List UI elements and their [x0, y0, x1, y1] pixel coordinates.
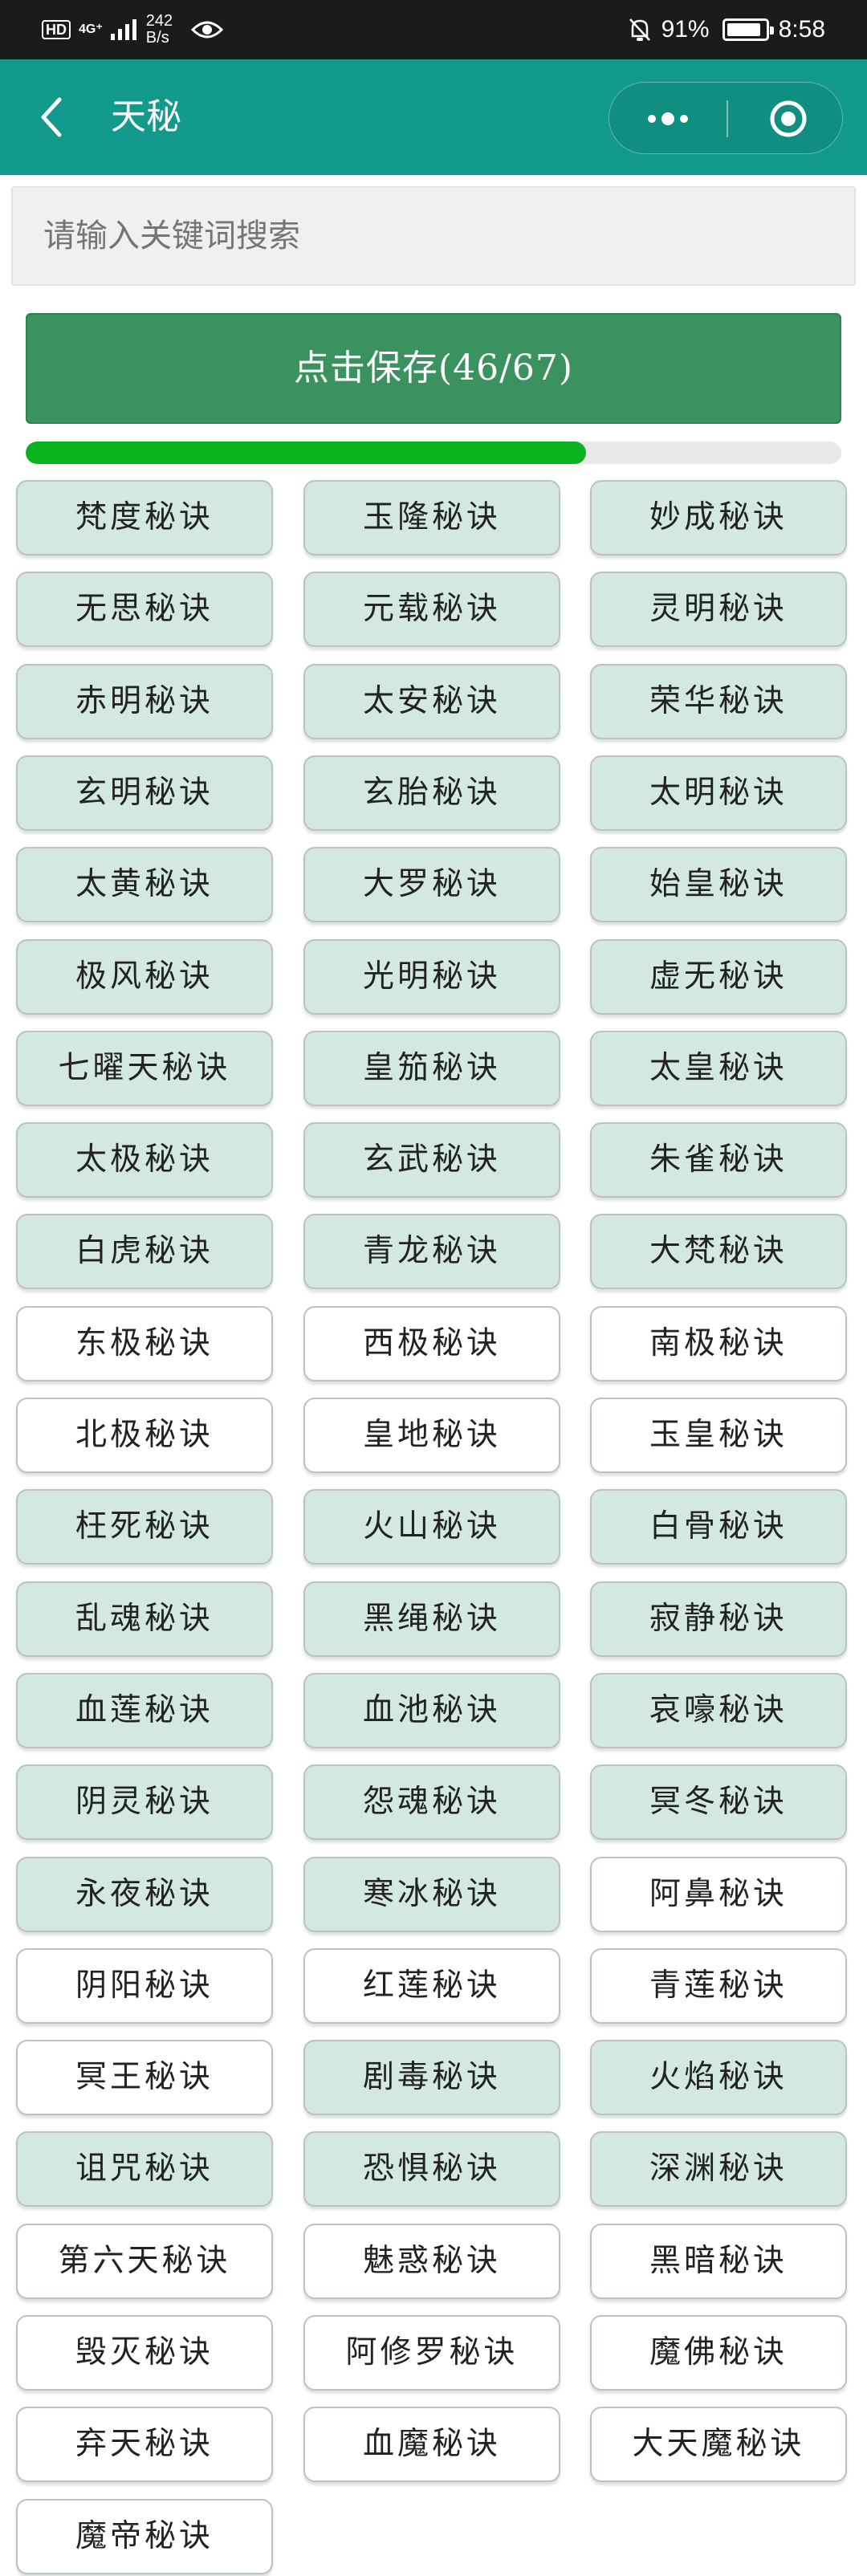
- secret-item-button[interactable]: 恐惧秘诀: [303, 2131, 560, 2207]
- secret-item-button[interactable]: 玉皇秘诀: [590, 1398, 847, 1473]
- secret-item-button[interactable]: 阿修罗秘诀: [303, 2315, 560, 2391]
- secret-item-button[interactable]: 血莲秘诀: [16, 1673, 273, 1748]
- secret-item-button[interactable]: 玄武秘诀: [303, 1122, 560, 1198]
- secret-item-button[interactable]: 极风秘诀: [16, 939, 273, 1015]
- secret-item-button[interactable]: 诅咒秘诀: [16, 2131, 273, 2207]
- battery-level: [727, 23, 761, 36]
- save-progress-bar: [26, 442, 841, 464]
- secret-item-button[interactable]: 太皇秘诀: [590, 1031, 847, 1106]
- secret-item-button[interactable]: 玄胎秘诀: [303, 755, 560, 831]
- secret-item-button[interactable]: 太安秘诀: [303, 664, 560, 739]
- status-right: 91% 8:58: [628, 10, 825, 50]
- secret-item-button[interactable]: 火山秘诀: [303, 1489, 560, 1565]
- secret-item-button[interactable]: 火焰秘诀: [590, 2040, 847, 2115]
- secret-item-button[interactable]: 白虎秘诀: [16, 1214, 273, 1289]
- secret-item-button[interactable]: 西极秘诀: [303, 1306, 560, 1382]
- secret-item-button[interactable]: 血魔秘诀: [303, 2407, 560, 2482]
- secret-item-button[interactable]: 赤明秘诀: [16, 664, 273, 739]
- page-title: 天秘: [111, 96, 181, 137]
- secret-item-button[interactable]: 深渊秘诀: [590, 2131, 847, 2207]
- secret-item-button[interactable]: 太黄秘诀: [16, 847, 273, 922]
- secret-item-button[interactable]: 妙成秘诀: [590, 480, 847, 555]
- secret-item-button[interactable]: 东极秘诀: [16, 1306, 273, 1382]
- secret-item-button[interactable]: 寂静秘诀: [590, 1581, 847, 1657]
- network-indicator: 4G⁺: [79, 22, 103, 36]
- secret-item-button[interactable]: 灵明秘诀: [590, 572, 847, 647]
- secret-item-button[interactable]: 阴灵秘诀: [16, 1764, 273, 1840]
- secret-item-button[interactable]: 白骨秘诀: [590, 1489, 847, 1565]
- battery-percent: 91%: [661, 16, 710, 43]
- secret-item-button[interactable]: 太极秘诀: [16, 1122, 273, 1198]
- secret-item-button[interactable]: 寒冰秘诀: [303, 1857, 560, 1932]
- secret-item-button[interactable]: 永夜秘诀: [16, 1857, 273, 1932]
- secret-item-button[interactable]: 皇地秘诀: [303, 1398, 560, 1473]
- secret-item-button[interactable]: 怨魂秘诀: [303, 1764, 560, 1840]
- secret-item-button[interactable]: 弃天秘诀: [16, 2407, 273, 2482]
- secret-item-button[interactable]: 太明秘诀: [590, 755, 847, 831]
- secret-item-button[interactable]: 无思秘诀: [16, 572, 273, 647]
- secret-item-button[interactable]: 冥冬秘诀: [590, 1764, 847, 1840]
- secret-item-button[interactable]: 魅惑秘诀: [303, 2224, 560, 2299]
- secret-item-button[interactable]: 七曜天秘诀: [16, 1031, 273, 1106]
- battery-icon: [722, 18, 774, 41]
- secret-item-button[interactable]: 乱魂秘诀: [16, 1581, 273, 1657]
- secret-item-button[interactable]: 始皇秘诀: [590, 847, 847, 922]
- secret-item-button[interactable]: 青莲秘诀: [590, 1948, 847, 2024]
- mini-program-capsule: [609, 82, 843, 154]
- secret-item-button[interactable]: 朱雀秘诀: [590, 1122, 847, 1198]
- signal-icon: [110, 19, 136, 40]
- secret-item-button[interactable]: 黑暗秘诀: [590, 2224, 847, 2299]
- save-progress-fill: [26, 442, 586, 464]
- secret-item-button[interactable]: 第六天秘诀: [16, 2224, 273, 2299]
- secret-item-button[interactable]: 北极秘诀: [16, 1398, 273, 1473]
- secret-item-button[interactable]: 冥王秘诀: [16, 2040, 273, 2115]
- secret-item-button[interactable]: 光明秘诀: [303, 939, 560, 1015]
- secret-item-button[interactable]: 红莲秘诀: [303, 1948, 560, 2024]
- save-button[interactable]: 点击保存(46/67): [26, 313, 841, 424]
- secret-item-button[interactable]: 大梵秘诀: [590, 1214, 847, 1289]
- secret-item-button[interactable]: 元载秘诀: [303, 572, 560, 647]
- secret-item-button[interactable]: 青龙秘诀: [303, 1214, 560, 1289]
- network-speed-value: 242: [145, 12, 173, 30]
- mini-program-close-icon[interactable]: [760, 100, 816, 137]
- nav-bar: 天秘: [0, 59, 867, 175]
- secret-item-button[interactable]: 玄明秘诀: [16, 755, 273, 831]
- bell-muted-icon: [629, 18, 650, 41]
- clock: 8:58: [778, 16, 825, 43]
- eye-icon: [190, 21, 223, 39]
- secret-item-button[interactable]: 荣华秘诀: [590, 664, 847, 739]
- network-speed-unit: B/s: [145, 29, 169, 47]
- secret-item-button[interactable]: 梵度秘诀: [16, 480, 273, 555]
- secret-item-button[interactable]: 玉隆秘诀: [303, 480, 560, 555]
- secret-item-button[interactable]: 魔帝秘诀: [16, 2499, 273, 2574]
- chevron-left-icon[interactable]: [32, 93, 72, 141]
- search-input[interactable]: [11, 186, 856, 286]
- secret-item-button[interactable]: 皇笳秘诀: [303, 1031, 560, 1106]
- secret-item-button[interactable]: 哀嚎秘诀: [590, 1673, 847, 1748]
- more-dots-icon[interactable]: [641, 100, 694, 137]
- status-bar: HD 4G⁺ 242 B/s 91% 8:58: [0, 0, 867, 59]
- secret-item-button[interactable]: 阿鼻秘诀: [590, 1857, 847, 1932]
- secret-item-button[interactable]: 大罗秘诀: [303, 847, 560, 922]
- secret-item-button[interactable]: 毁灭秘诀: [16, 2315, 273, 2391]
- status-left: HD 4G⁺ 242 B/s: [42, 10, 223, 50]
- secret-item-button[interactable]: 南极秘诀: [590, 1306, 847, 1382]
- secret-item-button[interactable]: 剧毒秘诀: [303, 2040, 560, 2115]
- secret-item-button[interactable]: 黑绳秘诀: [303, 1581, 560, 1657]
- secret-item-button[interactable]: 枉死秘诀: [16, 1489, 273, 1565]
- secret-item-button[interactable]: 大天魔秘诀: [590, 2407, 847, 2482]
- secret-item-button[interactable]: 虚无秘诀: [590, 939, 847, 1015]
- hd-indicator: HD: [42, 20, 71, 39]
- network-speed: 242 B/s: [146, 13, 183, 47]
- secret-item-button[interactable]: 阴阳秘诀: [16, 1948, 273, 2024]
- secret-item-button[interactable]: 魔佛秘诀: [590, 2315, 847, 2391]
- capsule-divider: [727, 100, 728, 137]
- secret-item-button[interactable]: 血池秘诀: [303, 1673, 560, 1748]
